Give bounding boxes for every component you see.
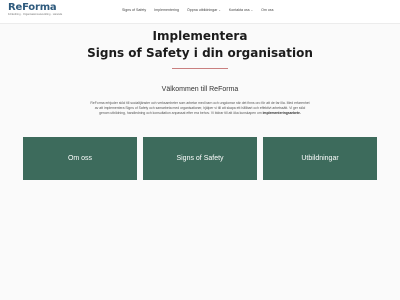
- nav-item-label: Signs of Safety: [122, 8, 147, 12]
- feature-tiles: Om oss Signs of Safety Utbildningar: [23, 137, 377, 180]
- chevron-down-icon: ⌄: [218, 8, 221, 12]
- tile-signs-of-safety[interactable]: Signs of Safety: [143, 137, 257, 180]
- tile-label: Om oss: [67, 155, 93, 162]
- nav-item-signs-of-safety[interactable]: Signs of Safety: [118, 8, 150, 12]
- nav-item-kontakta-oss[interactable]: Kontakta oss⌄: [225, 8, 257, 12]
- tile-label: Signs of Safety: [176, 155, 224, 162]
- site-header: ReForma Förändring · Organisationsutveck…: [0, 0, 400, 24]
- title-divider: [172, 68, 228, 69]
- tile-utbildningar[interactable]: Utbildningar: [263, 137, 377, 180]
- tile-label: Utbildningar: [301, 155, 339, 162]
- intro-bold-text: implementeringsarbete.: [262, 111, 301, 115]
- nav-item-label: Implementering: [154, 8, 179, 12]
- nav-item-om-oss[interactable]: Om oss: [257, 8, 277, 12]
- nav-item-label: Öppna utbildningar: [186, 8, 218, 12]
- site-logo[interactable]: ReForma Förändring · Organisationsutveck…: [8, 2, 62, 16]
- nav-item-implementering[interactable]: Implementering: [150, 8, 183, 12]
- intro-paragraph: ReForma erbjuder stöd till socialtjänste…: [90, 101, 310, 116]
- hero-title-line1: Implementera: [152, 29, 248, 43]
- chevron-down-icon: ⌄: [250, 8, 254, 12]
- nav-item-label: Om oss: [261, 8, 274, 12]
- nav-item-oppna-utbildningar[interactable]: Öppna utbildningar⌄: [183, 8, 225, 12]
- hero-title-line2: Signs of Safety i din organisation: [87, 46, 313, 60]
- tile-om-oss[interactable]: Om oss: [23, 137, 137, 180]
- logo-tagline: Förändring · Organisationsutveckling · L…: [8, 13, 63, 16]
- main-nav: Signs of Safety Implementering Öppna utb…: [118, 8, 278, 12]
- logo-name: ReForma: [8, 2, 57, 13]
- nav-item-label: Kontakta oss: [228, 8, 250, 12]
- welcome-heading: Välkommen till ReForma: [161, 86, 239, 93]
